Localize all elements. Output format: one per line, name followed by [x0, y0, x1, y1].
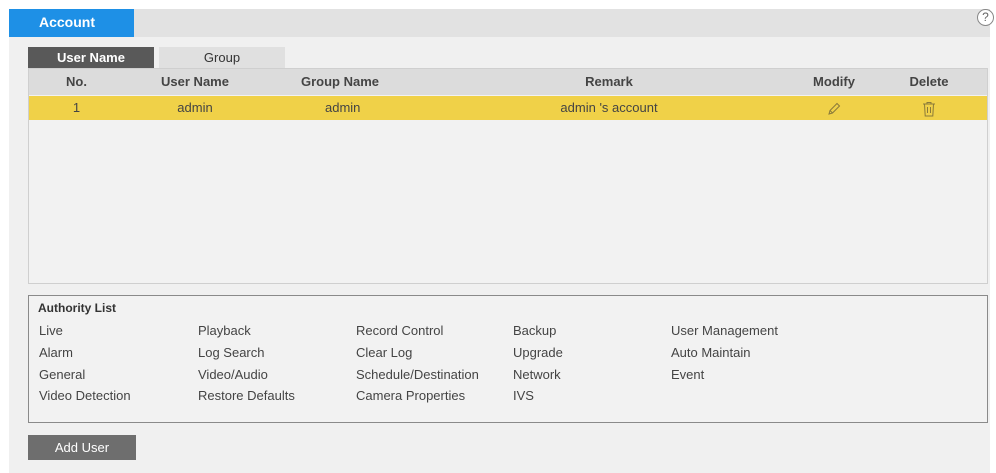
authority-item: Camera Properties: [356, 388, 466, 403]
column-header-modify: Modify: [813, 74, 855, 89]
delete-button[interactable]: [889, 96, 969, 120]
authority-item: Live: [39, 323, 63, 338]
tab-user-name[interactable]: User Name: [28, 47, 154, 68]
authority-item: Record Control: [356, 323, 444, 338]
authority-item: IVS: [513, 388, 534, 403]
title-bar: Account: [9, 9, 990, 37]
authority-item: Auto Maintain: [671, 345, 751, 360]
tab-account[interactable]: Account: [9, 9, 134, 37]
authority-item: Playback: [198, 323, 251, 338]
table-row[interactable]: 1 admin admin admin 's account: [29, 96, 987, 120]
authority-item: Log Search: [198, 345, 265, 360]
tab-group[interactable]: Group: [159, 47, 285, 68]
authority-item: Video/Audio: [198, 367, 268, 382]
cell-no: 1: [72, 100, 81, 115]
authority-list: Authority List Live Alarm General Video …: [28, 295, 988, 423]
column-header-remark: Remark: [585, 74, 633, 89]
help-icon[interactable]: ?: [977, 9, 994, 26]
table-header: No. User Name Group Name Remark Modify D…: [29, 69, 987, 95]
trash-icon: [923, 101, 935, 117]
authority-item: General: [39, 367, 86, 382]
modify-button[interactable]: [799, 96, 869, 120]
authority-item: Restore Defaults: [198, 388, 295, 403]
cell-remark: admin 's account: [560, 100, 658, 115]
authority-item: Event: [671, 367, 705, 382]
column-header-group-name: Group Name: [301, 74, 380, 89]
authority-item: Schedule/Destination: [356, 367, 479, 382]
authority-item: Clear Log: [356, 345, 413, 360]
authority-item: Network: [513, 367, 561, 382]
column-header-delete: Delete: [909, 74, 949, 89]
pencil-icon: [828, 102, 841, 115]
authority-item: Upgrade: [513, 345, 563, 360]
authority-item: Alarm: [39, 345, 73, 360]
column-header-no: No.: [66, 74, 87, 89]
add-user-button[interactable]: Add User: [28, 435, 136, 460]
authority-item: User Management: [671, 323, 778, 338]
cell-user-name: admin: [177, 100, 213, 115]
column-header-user-name: User Name: [161, 74, 229, 89]
user-table: No. User Name Group Name Remark Modify D…: [28, 68, 988, 284]
cell-group-name: admin: [325, 100, 361, 115]
authority-item: Video Detection: [39, 388, 131, 403]
authority-item: Backup: [513, 323, 557, 338]
authority-list-title: Authority List: [38, 301, 116, 315]
